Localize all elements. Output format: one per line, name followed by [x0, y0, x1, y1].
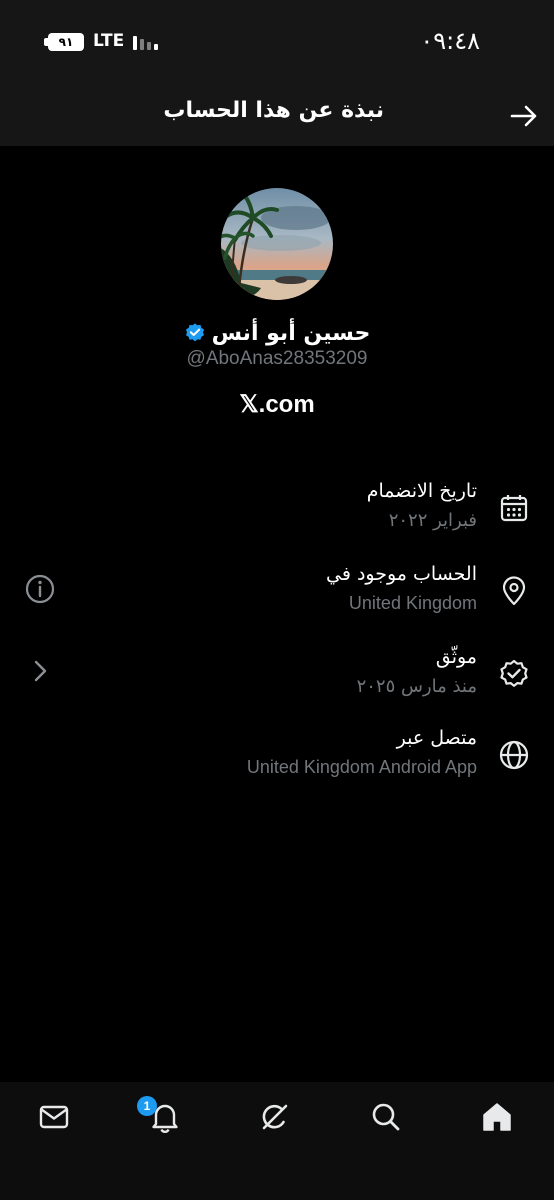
status-time: ٠٩:٤٨ [420, 27, 480, 55]
info-row-location: الحساب موجود في United Kingdom [0, 563, 554, 627]
battery-level: ٩١ [48, 33, 84, 51]
home-icon[interactable] [480, 1100, 514, 1134]
location-pin-icon [502, 576, 526, 606]
x-site-label: 𝕏.com [239, 391, 315, 418]
verified-badge-icon [185, 323, 204, 342]
connected-label: متصل عبر [396, 727, 477, 749]
signal-icon [133, 36, 161, 50]
verified-label: موثّق [435, 646, 477, 668]
back-arrow-icon[interactable] [508, 100, 540, 132]
connected-value: United Kingdom Android App [246, 757, 477, 777]
profile-name-row: حسين أبو أنس [0, 316, 554, 350]
bottom-navigation: 1 [0, 1082, 554, 1200]
info-row-verified[interactable]: موثّق منذ مارس ٢٠٢٥ [0, 646, 554, 710]
info-row-connected: متصل عبر United Kingdom Android App [0, 727, 554, 791]
info-row-joined: تاريخ الانضمام فبراير ٢٠٢٢ [0, 480, 554, 544]
search-icon[interactable] [369, 1100, 403, 1134]
verified-check-icon [500, 659, 528, 687]
joined-value: فبراير ٢٠٢٢ [388, 510, 477, 531]
chevron-right-icon[interactable] [24, 655, 56, 687]
location-value: United Kingdom [348, 593, 477, 613]
verified-value: منذ مارس ٢٠٢٥ [356, 676, 477, 697]
avatar[interactable] [221, 188, 333, 300]
globe-icon [499, 740, 529, 770]
avatar-beach-image [221, 188, 333, 300]
battery-indicator: ٩١ [44, 33, 84, 51]
network-type: LTE [93, 31, 125, 51]
notifications-count-badge: 1 [137, 1096, 157, 1116]
page-title: نبذة عن هذا الحساب [163, 98, 384, 123]
calendar-icon [500, 495, 528, 522]
info-circle-icon[interactable] [24, 573, 56, 605]
display-name: حسين أبو أنس [211, 320, 371, 346]
status-bar: ٩١ LTE ٠٩:٤٨ [0, 0, 554, 82]
joined-label: تاريخ الانضمام [366, 480, 477, 502]
user-handle: @AboAnas28353209 [186, 348, 368, 369]
messages-icon[interactable] [37, 1100, 71, 1134]
top-bar: نبذة عن هذا الحساب [0, 82, 554, 146]
location-label: الحساب موجود في [326, 563, 477, 585]
grok-icon[interactable] [258, 1100, 292, 1134]
